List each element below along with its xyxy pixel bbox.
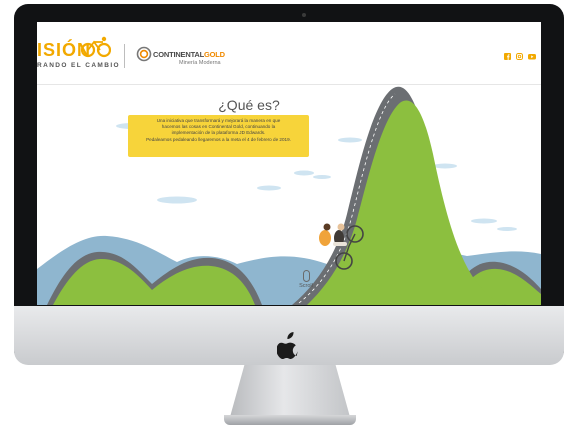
- website-screen: ISIÓN RANDO EL CAMBIO CONTINENTALGOLD Mi…: [37, 22, 541, 305]
- camera-icon: [302, 13, 306, 17]
- page-title: ¿Qué es?: [218, 97, 280, 113]
- company-name-prefix: CONTINENTAL: [153, 50, 204, 59]
- scroll-indicator[interactable]: Scroll: [291, 270, 321, 289]
- continental-emblem-icon: [136, 46, 152, 62]
- monitor-stand-base: [224, 415, 356, 425]
- instagram-icon[interactable]: [516, 53, 523, 60]
- description-box: Una iniciativa que transformará y mejora…: [128, 115, 309, 157]
- header-divider: [124, 44, 125, 68]
- site-header: ISIÓN RANDO EL CAMBIO CONTINENTALGOLD Mi…: [37, 22, 541, 85]
- bike-logo-icon: [81, 36, 111, 58]
- monitor-stand: [230, 365, 350, 417]
- description-line: Pedaleamos pedaleando llegaremos a la me…: [146, 136, 291, 142]
- company-name: CONTINENTALGOLD: [153, 50, 225, 59]
- apple-logo-icon: [277, 332, 298, 359]
- youtube-icon[interactable]: [528, 53, 536, 60]
- brand-tagline: RANDO EL CAMBIO: [37, 62, 120, 69]
- mouse-icon: [302, 270, 310, 282]
- facebook-icon[interactable]: [504, 53, 511, 60]
- scroll-label: Scroll: [299, 283, 313, 289]
- company-subtitle: Minería Moderna: [179, 60, 221, 66]
- company-name-suffix: GOLD: [204, 50, 225, 59]
